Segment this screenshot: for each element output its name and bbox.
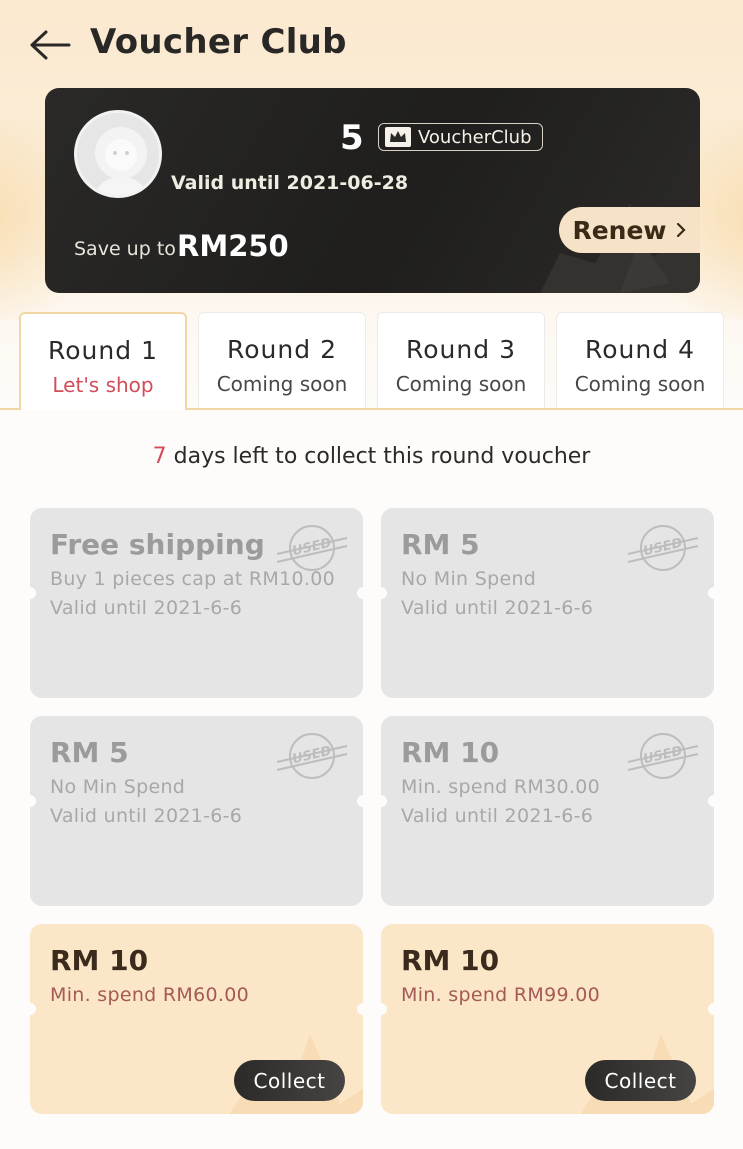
days-left-count: 7 — [152, 444, 167, 469]
voucher-validity: Valid until 2021-6-6 — [50, 805, 243, 827]
voucher-club-page: Voucher Club 5 VoucherClub Valid until 2… — [0, 0, 743, 1149]
voucher-title: RM 10 — [50, 944, 149, 977]
avatar[interactable] — [74, 110, 162, 198]
voucher-validity: Valid until 2021-6-6 — [401, 805, 594, 827]
voucher-card: RM 10 Min. spend RM30.00 Valid until 202… — [381, 716, 714, 906]
lion-avatar-icon — [95, 127, 147, 195]
tab-title: Round 1 — [48, 336, 158, 365]
save-amount: RM250 — [177, 229, 289, 263]
svg-text:USED: USED — [642, 536, 684, 560]
tab-round-2[interactable]: Round 2 Coming soon — [198, 312, 366, 408]
countdown-text: 7 days left to collect this round vouche… — [0, 444, 743, 469]
voucher-card: Free shipping Buy 1 pieces cap at RM10.0… — [30, 508, 363, 698]
card-valid-until: Valid until 2021-06-28 — [171, 172, 409, 194]
badge-label: VoucherClub — [418, 126, 532, 148]
used-stamp-icon: USED — [627, 733, 699, 779]
save-label: Save up to — [74, 238, 176, 260]
crown-icon — [385, 127, 411, 147]
voucher-title: RM 5 — [401, 528, 480, 561]
voucher-condition: Min. spend RM60.00 — [50, 984, 249, 1006]
voucher-title: RM 10 — [401, 736, 500, 769]
membership-card: 5 VoucherClub Valid until 2021-06-28 Sav… — [45, 88, 700, 293]
renew-label: Renew — [572, 215, 667, 245]
voucher-condition: No Min Spend — [401, 568, 537, 590]
voucher-card: RM 5 No Min Spend Valid until 2021-6-6 U… — [381, 508, 714, 698]
svg-text:USED: USED — [642, 744, 684, 768]
voucher-condition: No Min Spend — [50, 776, 186, 798]
voucher-validity: Valid until 2021-6-6 — [50, 597, 243, 619]
tab-status: Coming soon — [574, 372, 706, 396]
voucher-condition: Min. spend RM30.00 — [401, 776, 600, 798]
countdown-label: days left to collect this round voucher — [173, 444, 591, 469]
used-stamp-icon: USED — [276, 525, 348, 571]
voucher-card: RM 10 Min. spend RM60.00 Collect — [30, 924, 363, 1114]
voucher-card: RM 10 Min. spend RM99.00 Collect — [381, 924, 714, 1114]
renew-button[interactable]: Renew — [559, 207, 700, 253]
voucher-title: Free shipping — [50, 528, 265, 561]
tab-round-3[interactable]: Round 3 Coming soon — [377, 312, 545, 408]
collect-button[interactable]: Collect — [234, 1060, 345, 1101]
back-arrow-icon[interactable] — [26, 28, 72, 62]
used-stamp-icon: USED — [627, 525, 699, 571]
voucherclub-badge: VoucherClub — [378, 123, 543, 151]
tab-title: Round 2 — [227, 335, 337, 364]
page-title: Voucher Club — [90, 22, 347, 62]
header: Voucher Club — [0, 0, 743, 88]
svg-text:USED: USED — [291, 744, 333, 768]
tab-title: Round 3 — [406, 335, 516, 364]
tab-status: Let's shop — [52, 373, 154, 397]
voucher-validity: Valid until 2021-6-6 — [401, 597, 594, 619]
tab-round-1[interactable]: Round 1 Let's shop — [19, 312, 187, 410]
tab-title: Round 4 — [585, 335, 695, 364]
voucher-title: RM 10 — [401, 944, 500, 977]
collect-button[interactable]: Collect — [585, 1060, 696, 1101]
round-tabs: Round 1 Let's shop Round 2 Coming soon R… — [0, 312, 743, 410]
tab-status: Coming soon — [395, 372, 527, 396]
voucher-condition: Min. spend RM99.00 — [401, 984, 600, 1006]
chevron-right-icon — [676, 222, 686, 238]
tab-round-4[interactable]: Round 4 Coming soon — [556, 312, 724, 408]
member-number: 5 — [340, 118, 364, 158]
voucher-card: RM 5 No Min Spend Valid until 2021-6-6 U… — [30, 716, 363, 906]
voucher-title: RM 5 — [50, 736, 129, 769]
tab-status: Coming soon — [216, 372, 348, 396]
svg-text:USED: USED — [291, 536, 333, 560]
used-stamp-icon: USED — [276, 733, 348, 779]
